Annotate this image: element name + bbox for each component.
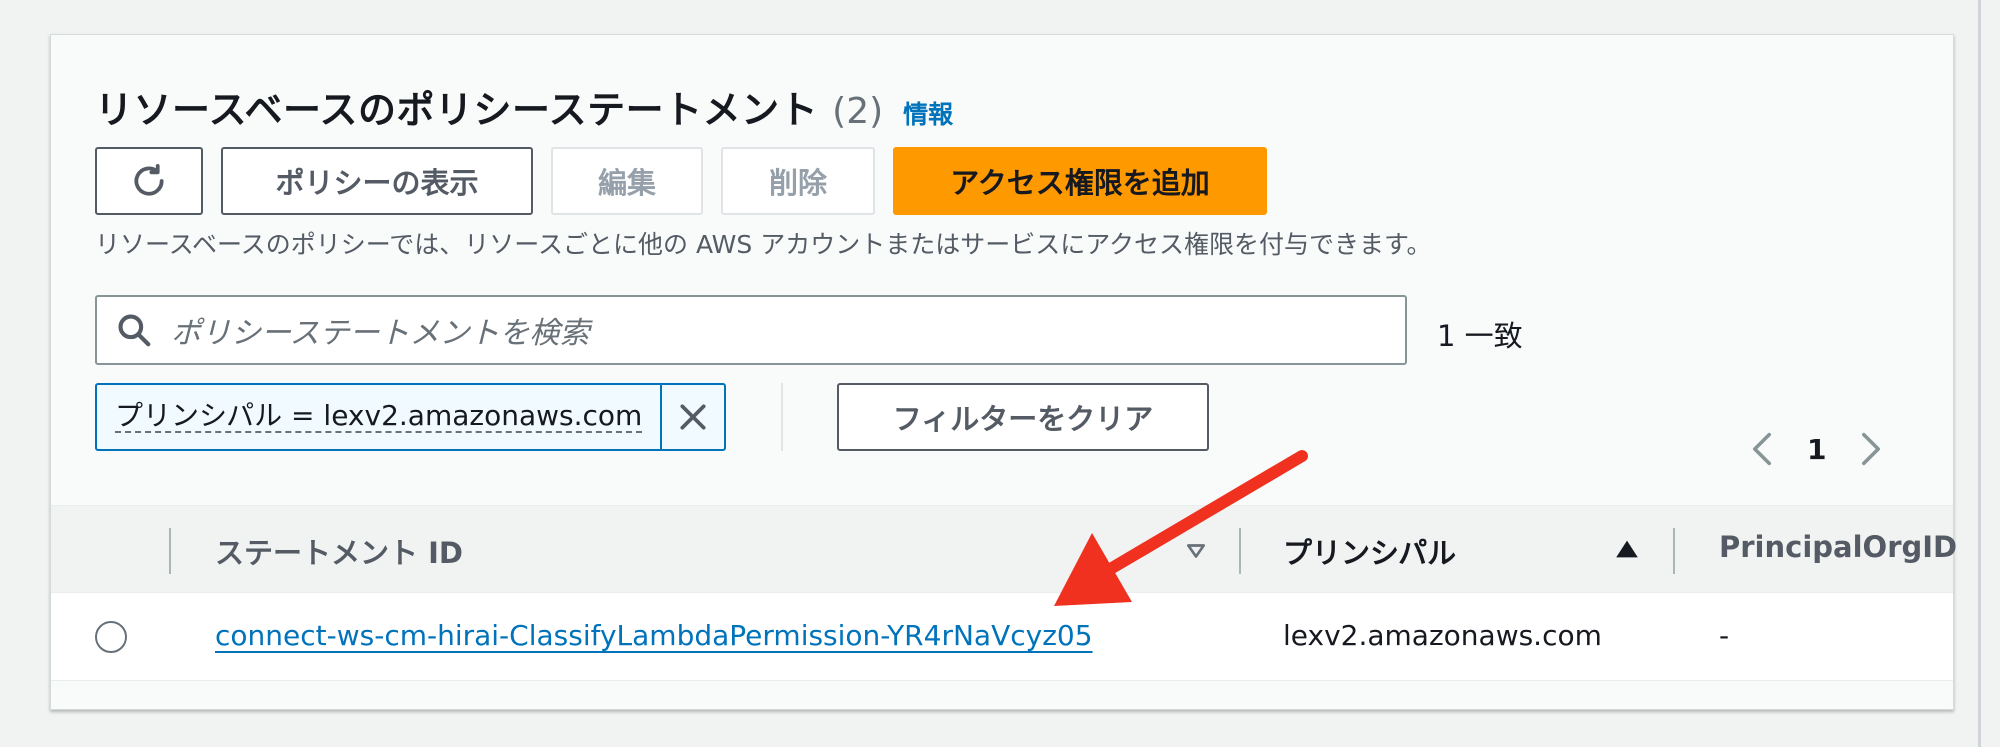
column-divider bbox=[1239, 528, 1241, 574]
column-divider bbox=[1673, 528, 1675, 574]
close-icon bbox=[680, 404, 706, 430]
policy-statements-panel: リソースベースのポリシーステートメント (2) 情報 ポリシーの表示 編集 削除… bbox=[50, 34, 1957, 710]
filter-token-label[interactable]: プリンシパル = lexv2.amazonaws.com bbox=[97, 385, 660, 449]
statement-id-link[interactable]: connect-ws-cm-hirai-ClassifyLambdaPermis… bbox=[215, 619, 1093, 652]
column-header-principal[interactable]: プリンシパル bbox=[1283, 530, 1456, 572]
pagination: 1 bbox=[1751, 431, 1882, 467]
match-count: 1 一致 bbox=[1437, 319, 1523, 353]
page-edge-divider bbox=[1978, 0, 1981, 747]
search-placeholder: ポリシーステートメントを検索 bbox=[171, 316, 590, 351]
delete-button[interactable]: 削除 bbox=[721, 147, 875, 215]
refresh-icon bbox=[134, 164, 164, 196]
edit-button[interactable]: 編集 bbox=[551, 147, 703, 215]
panel-header: リソースベースのポリシーステートメント (2) 情報 bbox=[95, 79, 953, 139]
filter-token: プリンシパル = lexv2.amazonaws.com bbox=[95, 383, 727, 451]
table-row: connect-ws-cm-hirai-ClassifyLambdaPermis… bbox=[51, 593, 1953, 681]
column-divider bbox=[169, 528, 171, 574]
section-title: リソースベースのポリシーステートメント bbox=[95, 88, 819, 132]
row-select-radio[interactable] bbox=[95, 621, 127, 653]
principal-cell: lexv2.amazonaws.com bbox=[1283, 619, 1602, 652]
current-page[interactable]: 1 bbox=[1807, 433, 1826, 466]
column-header-statement-id[interactable]: ステートメント ID bbox=[215, 530, 463, 572]
table-header: ステートメント ID プリンシパル PrincipalOrgID bbox=[51, 505, 1957, 593]
info-link[interactable]: 情報 bbox=[903, 95, 953, 131]
statement-count: (2) bbox=[832, 91, 884, 132]
sort-icon[interactable] bbox=[1185, 540, 1207, 562]
view-policy-button[interactable]: ポリシーの表示 bbox=[221, 147, 533, 215]
filter-token-text: プリンシパル = lexv2.amazonaws.com bbox=[115, 399, 643, 433]
refresh-button[interactable] bbox=[95, 147, 203, 215]
chevron-left-icon[interactable] bbox=[1751, 431, 1773, 467]
filter-divider bbox=[781, 383, 783, 451]
remove-filter-button[interactable] bbox=[660, 385, 724, 449]
section-description: リソースベースのポリシーでは、リソースごとに他の AWS アカウントまたはサービ… bbox=[95, 230, 1432, 259]
column-header-principal-org-id[interactable]: PrincipalOrgID bbox=[1719, 530, 1957, 564]
clear-filters-button[interactable]: フィルターをクリア bbox=[837, 383, 1209, 451]
principal-org-id-cell: - bbox=[1719, 619, 1730, 652]
add-permission-button[interactable]: アクセス権限を追加 bbox=[893, 147, 1267, 215]
search-icon bbox=[118, 314, 151, 347]
chevron-right-icon[interactable] bbox=[1860, 431, 1882, 467]
search-input[interactable]: ポリシーステートメントを検索 bbox=[95, 295, 1407, 365]
sort-ascending-icon[interactable] bbox=[1615, 538, 1639, 560]
